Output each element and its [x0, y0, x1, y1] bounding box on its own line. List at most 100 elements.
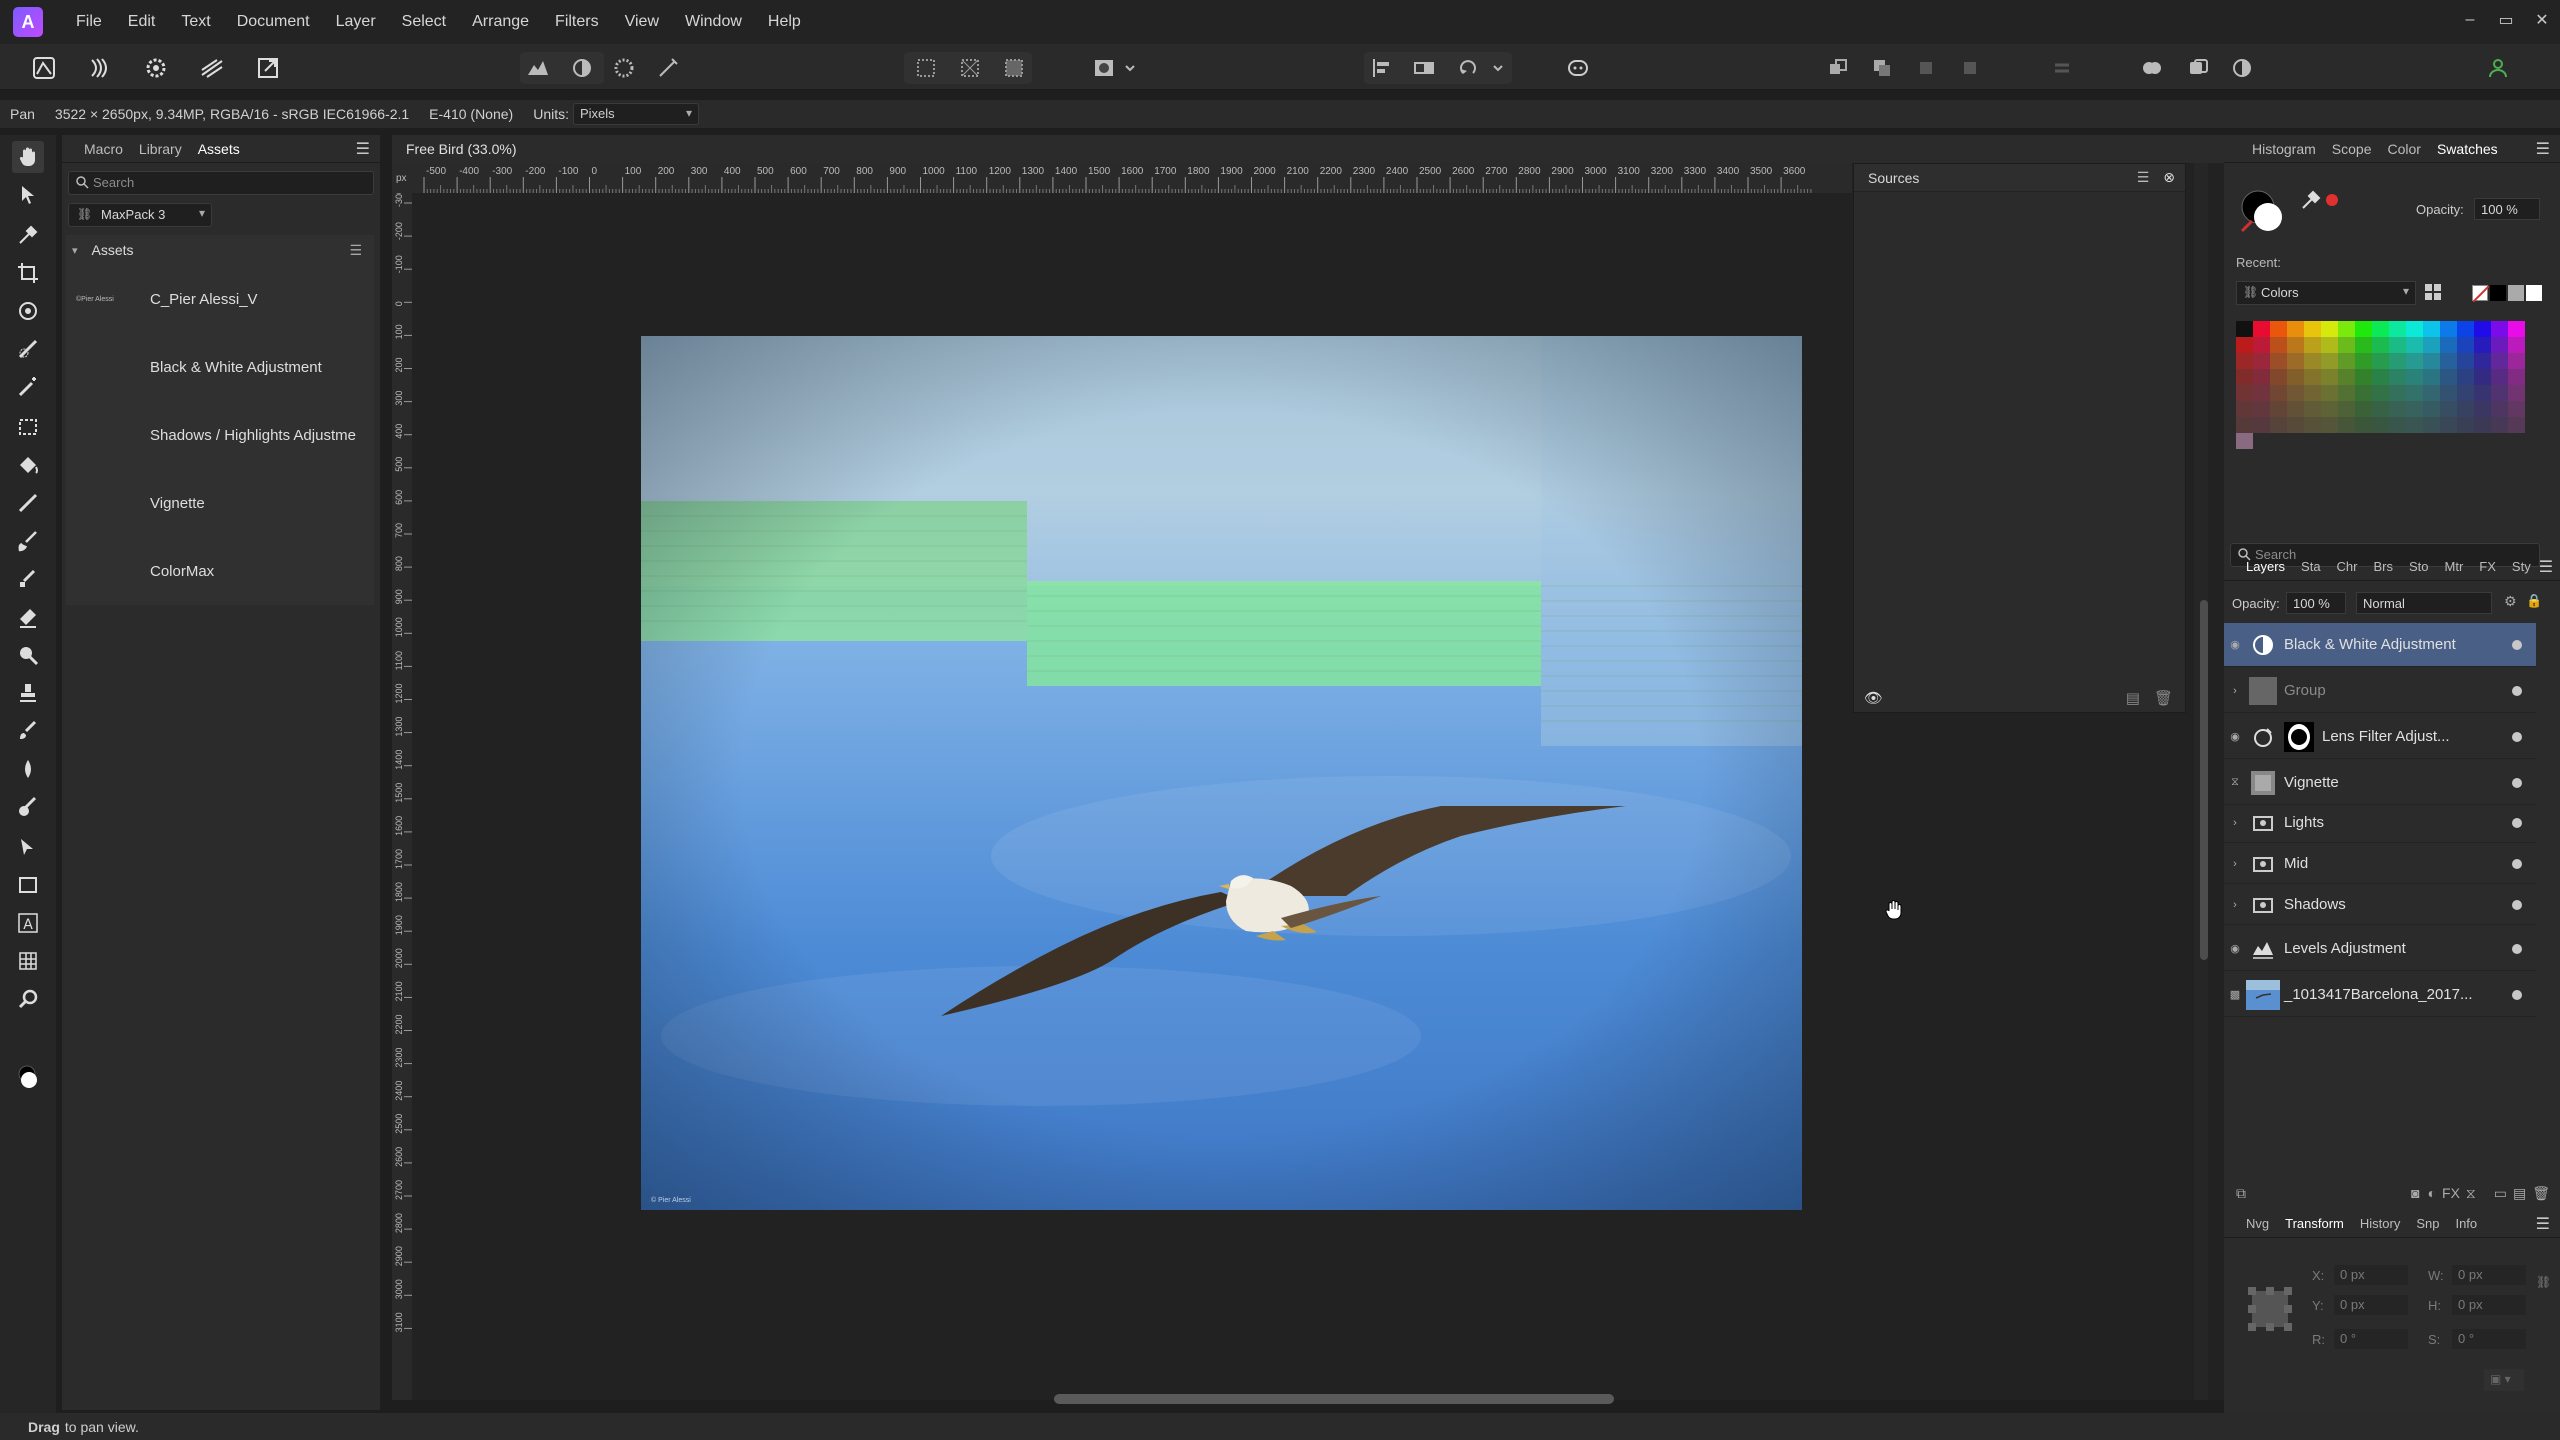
swatch[interactable] — [2508, 385, 2525, 401]
swatch[interactable] — [2508, 369, 2525, 385]
close-window-button[interactable]: ✕ — [2524, 10, 2560, 30]
swatch[interactable] — [2423, 337, 2440, 353]
pixel-layer-icon[interactable]: ▩ — [2224, 988, 2246, 1001]
swatch[interactable] — [2372, 337, 2389, 353]
swatch[interactable] — [2423, 385, 2440, 401]
assets-search-input[interactable]: Search — [68, 171, 374, 195]
swatch[interactable] — [2508, 321, 2525, 337]
swatch[interactable] — [2389, 401, 2406, 417]
tab-scope[interactable]: Scope — [2324, 141, 2380, 157]
swatch[interactable] — [2321, 353, 2338, 369]
swatch[interactable] — [2270, 321, 2287, 337]
marquee-tool-icon[interactable] — [12, 411, 44, 443]
layer-visible-dot[interactable] — [2512, 639, 2522, 650]
swatch[interactable] — [2253, 353, 2270, 369]
chevron-down-icon[interactable] — [1490, 52, 1506, 84]
menu-layer[interactable]: Layer — [323, 13, 389, 31]
menu-document[interactable]: Document — [224, 13, 323, 31]
swatch[interactable] — [2389, 385, 2406, 401]
crop-tool-icon[interactable] — [12, 257, 44, 289]
panel-menu-icon[interactable]: ☰ — [2539, 557, 2553, 577]
swatch[interactable] — [2508, 417, 2525, 433]
menu-arrange[interactable]: Arrange — [459, 13, 542, 31]
swatch[interactable] — [2287, 417, 2304, 433]
swatch[interactable] — [2491, 321, 2508, 337]
quick-mask-icon[interactable] — [1088, 52, 1120, 84]
swatch[interactable] — [2355, 337, 2372, 353]
swatch[interactable] — [2406, 401, 2423, 417]
h-input[interactable]: 0 px — [2452, 1295, 2526, 1315]
swatch[interactable] — [2355, 401, 2372, 417]
swatch[interactable] — [2372, 321, 2389, 337]
swatch[interactable] — [2389, 369, 2406, 385]
tab-color[interactable]: Color — [2380, 141, 2429, 157]
swatch[interactable] — [2321, 417, 2338, 433]
swatch[interactable] — [2287, 385, 2304, 401]
layer-row-mid[interactable]: › Mid — [2224, 844, 2536, 884]
layer-visible-dot[interactable] — [2512, 943, 2522, 954]
delete-layer-icon[interactable]: 🗑 — [2532, 1185, 2550, 1202]
delete-source-icon[interactable]: 🗑 — [2154, 689, 2173, 707]
contrast-icon[interactable] — [566, 52, 598, 84]
swatch[interactable] — [2457, 401, 2474, 417]
swatch[interactable] — [2457, 353, 2474, 369]
asset-item[interactable]: Vignette — [66, 469, 374, 537]
inpainting-tool-icon[interactable] — [12, 791, 44, 823]
swatch[interactable] — [2270, 337, 2287, 353]
flood-fill-tool-icon[interactable] — [12, 449, 44, 481]
levels-icon[interactable] — [522, 52, 554, 84]
opacity-input[interactable]: 100 % — [2474, 198, 2540, 220]
menu-file[interactable]: File — [63, 13, 115, 31]
boolean-add-icon[interactable] — [2136, 52, 2168, 84]
layer-opacity-input[interactable]: 100 % — [2286, 592, 2346, 614]
swatch[interactable] — [2406, 385, 2423, 401]
swatch[interactable] — [2321, 337, 2338, 353]
swatch[interactable] — [2474, 337, 2491, 353]
tab-info[interactable]: Info — [2447, 1216, 2485, 1231]
swatch[interactable] — [2457, 369, 2474, 385]
swatch[interactable] — [2423, 417, 2440, 433]
layer-row-bw-adjustment[interactable]: ◉ Black & White Adjustment — [2224, 623, 2536, 667]
link-aspect-icon[interactable]: ⛓ — [2536, 1275, 2551, 1305]
swatch[interactable] — [2338, 337, 2355, 353]
menu-window[interactable]: Window — [672, 13, 755, 31]
swatch[interactable] — [2389, 321, 2406, 337]
auto-adjust-icon[interactable] — [652, 52, 684, 84]
flip-icon[interactable] — [1408, 52, 1440, 84]
mask-layer-icon[interactable]: ◙ — [2411, 1185, 2419, 1201]
assistant-icon[interactable] — [1562, 52, 1594, 84]
tone-mapping-persona-icon[interactable] — [196, 52, 228, 84]
tab-fx[interactable]: FX — [2471, 559, 2504, 574]
swatch[interactable] — [2287, 321, 2304, 337]
anchor-grid-icon[interactable] — [2244, 1283, 2296, 1335]
tab-layers[interactable]: Layers — [2238, 559, 2293, 574]
asset-item[interactable]: Shadows / Highlights Adjustme — [66, 401, 374, 469]
blend-mode-select[interactable]: Normal — [2356, 592, 2492, 614]
add-source-icon[interactable]: ▤ — [2126, 689, 2140, 707]
swatch[interactable] — [2440, 401, 2457, 417]
swatch[interactable] — [2372, 353, 2389, 369]
swatch[interactable] — [2474, 401, 2491, 417]
panel-menu-icon[interactable]: ☰ — [356, 139, 370, 159]
swatch[interactable] — [2270, 401, 2287, 417]
fx-icon[interactable]: FX — [2442, 1185, 2460, 1201]
magic-wand-tool-icon[interactable] — [12, 371, 44, 403]
vertical-scrollbar[interactable] — [2200, 600, 2208, 960]
eye-icon[interactable]: 👁 — [1864, 689, 1883, 707]
menu-view[interactable]: View — [612, 13, 672, 31]
swatch[interactable] — [2355, 417, 2372, 433]
swatch[interactable] — [2423, 321, 2440, 337]
swatch[interactable] — [2491, 417, 2508, 433]
swatch-gray[interactable] — [2508, 285, 2524, 301]
invert-selection-icon[interactable] — [998, 52, 1030, 84]
tab-stock-2[interactable]: Sto — [2401, 559, 2437, 574]
swatch[interactable] — [2440, 337, 2457, 353]
swatch[interactable] — [2389, 353, 2406, 369]
layer-visible-dot[interactable] — [2512, 899, 2522, 910]
new-layer-icon[interactable]: ▤ — [2513, 1185, 2526, 1202]
tab-brushes[interactable]: Brs — [2366, 559, 2402, 574]
deselect-icon[interactable] — [954, 52, 986, 84]
swatch[interactable] — [2491, 385, 2508, 401]
swatch[interactable] — [2236, 353, 2253, 369]
layer-row-shadows[interactable]: › Shadows — [2224, 885, 2536, 925]
